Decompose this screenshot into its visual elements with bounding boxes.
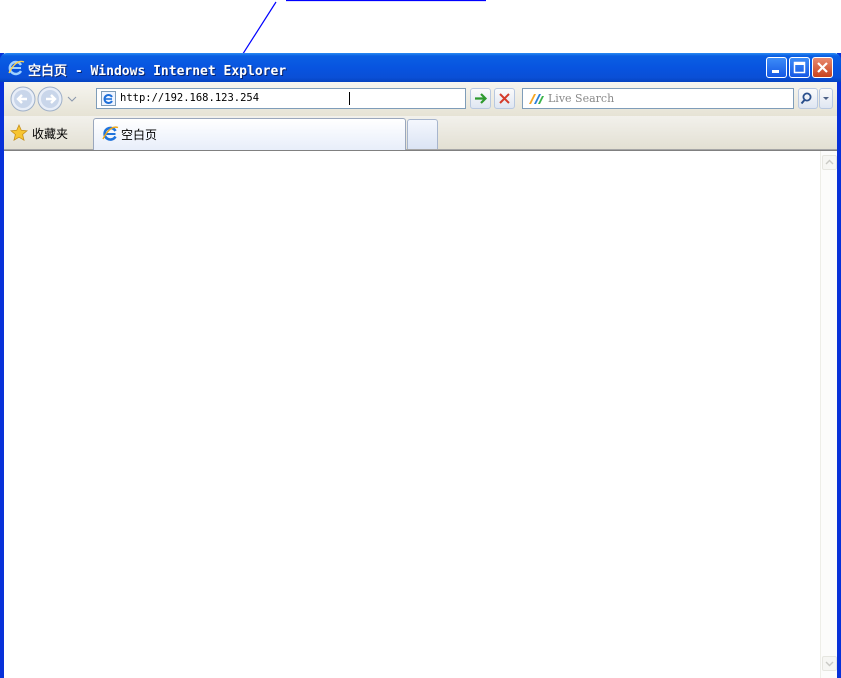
red-x-icon [499,93,510,104]
search-options-button[interactable] [819,88,833,109]
star-icon [10,124,28,142]
ie-logo-icon [102,126,119,141]
browser-window: 空白页 - Windows Internet Explorer http://1… [0,53,841,678]
annotation-callout [238,0,486,60]
tab-blank-page[interactable]: 空白页 [93,118,406,150]
window-title: 空白页 - Windows Internet Explorer [28,64,287,79]
magnifier-icon [800,92,812,105]
title-bar[interactable]: 空白页 - Windows Internet Explorer [0,53,841,82]
minimize-button[interactable] [766,57,787,78]
new-tab-button[interactable] [407,119,438,149]
chevron-up-icon [825,159,834,165]
ie-logo-icon [8,60,25,76]
minimize-icon [772,70,779,73]
close-icon [817,62,828,73]
back-arrow-icon [10,86,36,112]
address-url-text: http://192.168.123.254 [120,92,260,104]
go-button[interactable] [470,88,491,109]
scroll-down-button[interactable] [822,656,837,671]
forward-button[interactable] [37,86,63,112]
tab-bar: 收藏夹 空白页 [4,116,837,150]
chevron-down-icon [67,96,77,102]
recent-pages-button[interactable] [66,92,78,106]
close-button[interactable] [812,57,833,78]
page-content[interactable] [4,150,837,678]
annotation-arrow-line [238,1,277,60]
chevron-down-icon [823,97,829,100]
green-arrow-icon [475,93,488,104]
maximize-icon [793,61,806,74]
search-input[interactable]: Live Search [522,88,794,109]
live-search-logo-icon [529,94,544,104]
search-placeholder: Live Search [548,92,615,105]
back-button[interactable] [10,86,36,112]
address-input[interactable]: http://192.168.123.254 [96,88,555,109]
vertical-scrollbar[interactable] [820,151,837,678]
text-caret [349,92,350,105]
navigation-bar: http://192.168.123.254 Live Search [4,82,837,116]
search-button[interactable] [798,88,818,109]
stop-button[interactable] [494,88,515,109]
tab-label: 空白页 [121,128,158,142]
favorites-label: 收藏夹 [32,127,69,141]
maximize-button[interactable] [789,57,810,78]
chevron-down-icon [825,661,834,667]
scroll-up-button[interactable] [822,155,837,170]
forward-arrow-icon [37,86,63,112]
ie-page-icon [101,91,116,106]
